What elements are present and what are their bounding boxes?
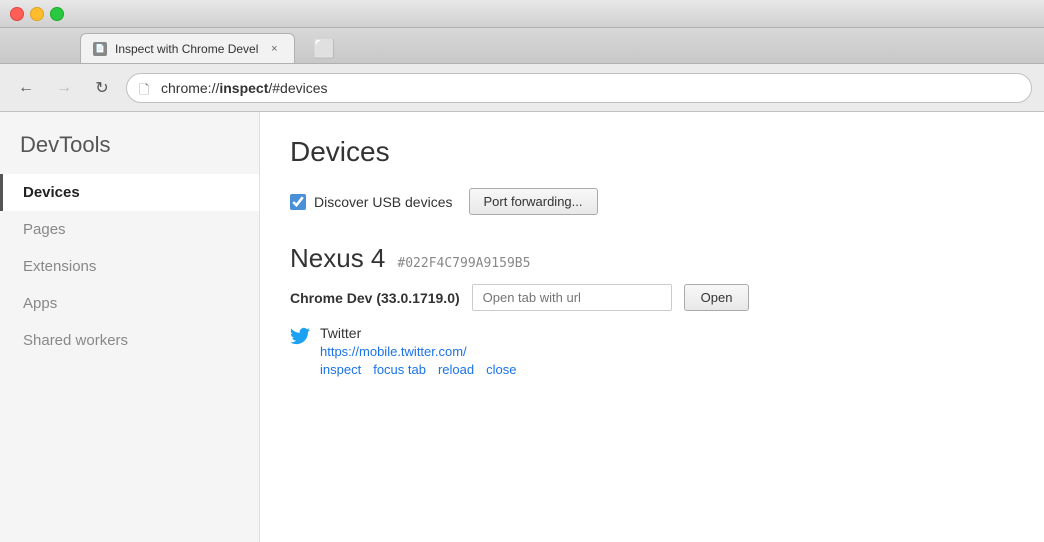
tab-page-icon: 📄	[93, 42, 107, 56]
open-tab-input[interactable]	[472, 284, 672, 311]
sidebar-item-shared-workers[interactable]: Shared workers	[0, 322, 259, 359]
inspect-link[interactable]: inspect	[320, 362, 361, 377]
sidebar-title: DevTools	[0, 132, 259, 174]
discover-usb-label: Discover USB devices	[314, 194, 453, 210]
device-name: Nexus 4	[290, 243, 385, 274]
reload-link[interactable]: reload	[438, 362, 474, 377]
discover-usb-checkbox[interactable]	[290, 194, 306, 210]
page-url[interactable]: https://mobile.twitter.com/	[320, 344, 516, 359]
maximize-button[interactable]	[50, 7, 64, 21]
url-prefix: chrome://	[161, 80, 219, 96]
active-tab[interactable]: 📄 Inspect with Chrome Devel ×	[80, 33, 295, 63]
traffic-lights	[10, 7, 64, 21]
forward-button[interactable]: →	[50, 74, 78, 102]
page-icon: 🗋	[139, 81, 153, 95]
reload-button[interactable]: ↻	[88, 74, 116, 102]
close-link[interactable]: close	[486, 362, 516, 377]
port-forwarding-button[interactable]: Port forwarding...	[469, 188, 598, 215]
twitter-icon	[290, 326, 310, 346]
address-bar-input[interactable]: 🗋 chrome://inspect/#devices	[126, 73, 1032, 103]
url-bold: inspect	[219, 80, 268, 96]
discover-row: Discover USB devices Port forwarding...	[290, 188, 1014, 215]
page-actions: inspect focus tab reload close	[320, 362, 516, 377]
content-title: Devices	[290, 136, 1014, 168]
address-text: chrome://inspect/#devices	[161, 80, 328, 96]
sidebar-item-devices[interactable]: Devices	[0, 174, 259, 211]
focus-tab-link[interactable]: focus tab	[373, 362, 426, 377]
discover-label[interactable]: Discover USB devices	[290, 194, 453, 210]
open-button[interactable]: Open	[684, 284, 750, 311]
sidebar: DevTools Devices Pages Extensions Apps S…	[0, 112, 260, 542]
device-name-row: Nexus 4 #022F4C799A9159B5	[290, 243, 1014, 274]
minimize-button[interactable]	[30, 7, 44, 21]
sidebar-item-apps[interactable]: Apps	[0, 285, 259, 322]
page-info-twitter: Twitter https://mobile.twitter.com/ insp…	[320, 325, 516, 377]
chrome-session-label: Chrome Dev (33.0.1719.0)	[290, 290, 460, 306]
tab-title: Inspect with Chrome Devel	[115, 42, 258, 56]
main-layout: DevTools Devices Pages Extensions Apps S…	[0, 112, 1044, 542]
page-title-text: Twitter	[320, 325, 516, 341]
new-tab-button[interactable]: ⬜	[299, 35, 349, 63]
sidebar-item-extensions[interactable]: Extensions	[0, 248, 259, 285]
back-button[interactable]: ←	[12, 74, 40, 102]
sidebar-item-pages[interactable]: Pages	[0, 211, 259, 248]
page-row-twitter: Twitter https://mobile.twitter.com/ insp…	[290, 325, 1014, 377]
close-button[interactable]	[10, 7, 24, 21]
device-id: #022F4C799A9159B5	[397, 256, 530, 271]
address-bar: ← → ↻ 🗋 chrome://inspect/#devices	[0, 64, 1044, 112]
url-suffix: /#devices	[268, 80, 327, 96]
device-section: Nexus 4 #022F4C799A9159B5 Chrome Dev (33…	[290, 243, 1014, 377]
content-area: Devices Discover USB devices Port forwar…	[260, 112, 1044, 542]
chrome-session-row: Chrome Dev (33.0.1719.0) Open	[290, 284, 1014, 311]
tab-bar: 📄 Inspect with Chrome Devel × ⬜	[0, 28, 1044, 64]
tab-close-button[interactable]: ×	[266, 41, 282, 57]
title-bar	[0, 0, 1044, 28]
new-tab-icon: ⬜	[313, 39, 335, 60]
